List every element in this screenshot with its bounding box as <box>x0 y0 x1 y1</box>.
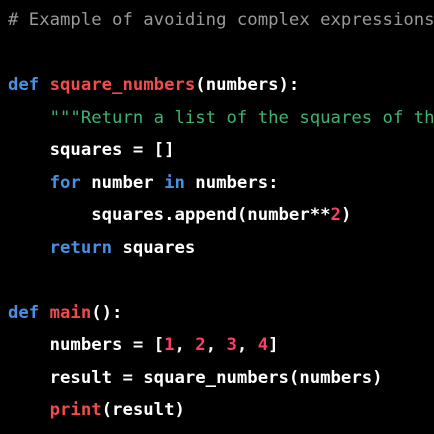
code-token-default: numbers: <box>184 172 279 193</box>
code-token-default: , <box>174 335 196 355</box>
code-token-default: , <box>236 335 258 355</box>
code-line: squares = [] <box>8 134 434 167</box>
code-editor[interactable]: # Example of avoiding complex expression… <box>0 0 434 434</box>
code-token-comment: # Example of avoiding complex expression… <box>8 10 434 30</box>
code-token-default: (): <box>91 302 123 323</box>
code-token-default: ) <box>340 205 352 225</box>
code-line: squares.append(number**2) <box>8 199 434 232</box>
code-token-default: ] <box>268 335 279 355</box>
code-line: print(result) <box>8 394 434 427</box>
code-line: def square_numbers(numbers): <box>8 69 434 102</box>
code-line: return squares <box>8 232 434 265</box>
code-token-default <box>8 173 50 193</box>
code-token-default: numbers = [ <box>8 335 165 355</box>
code-token-function_def: main <box>49 302 92 323</box>
code-token-default <box>39 75 49 95</box>
code-token-number: 3 <box>226 335 237 355</box>
code-token-default <box>39 303 49 323</box>
code-token-default: squares = [] <box>8 140 175 160</box>
code-token-default: squares <box>112 237 196 258</box>
code-token-number: 1 <box>164 335 175 355</box>
code-line: """Return a list of the squares of the <box>8 102 434 135</box>
code-token-default: , <box>205 335 227 355</box>
code-token-default <box>8 400 50 420</box>
code-token-default: (result) <box>101 400 185 420</box>
code-token-default: squares.append(number** <box>8 205 331 225</box>
code-token-default: number <box>80 172 165 193</box>
code-token-keyword: def <box>8 302 40 323</box>
code-token-number: 4 <box>257 335 269 355</box>
code-block[interactable]: # Example of avoiding complex expression… <box>8 4 434 427</box>
code-token-function_def: square_numbers <box>49 75 196 95</box>
code-line: # Example of avoiding complex expression… <box>8 4 434 37</box>
code-line: result = square_numbers(numbers) <box>8 362 434 395</box>
code-token-keyword: return <box>49 237 113 258</box>
code-line: numbers = [1, 2, 3, 4] <box>8 329 434 362</box>
code-token-default: result = square_numbers(numbers) <box>8 367 383 388</box>
code-token-keyword: def <box>8 75 40 95</box>
code-token-default <box>8 238 50 258</box>
code-token-keyword: for <box>49 172 81 193</box>
code-token-default: (numbers): <box>195 75 300 95</box>
code-token-keyword: in <box>164 172 185 193</box>
code-line: for number in numbers: <box>8 167 434 200</box>
code-line: def main(): <box>8 297 434 330</box>
code-token-default <box>8 108 50 128</box>
code-token-string: """Return a list of the squares of the <box>49 107 434 128</box>
code-token-builtin: print <box>49 400 102 420</box>
code-token-number: 2 <box>195 335 206 355</box>
code-token-number: 2 <box>330 205 341 225</box>
